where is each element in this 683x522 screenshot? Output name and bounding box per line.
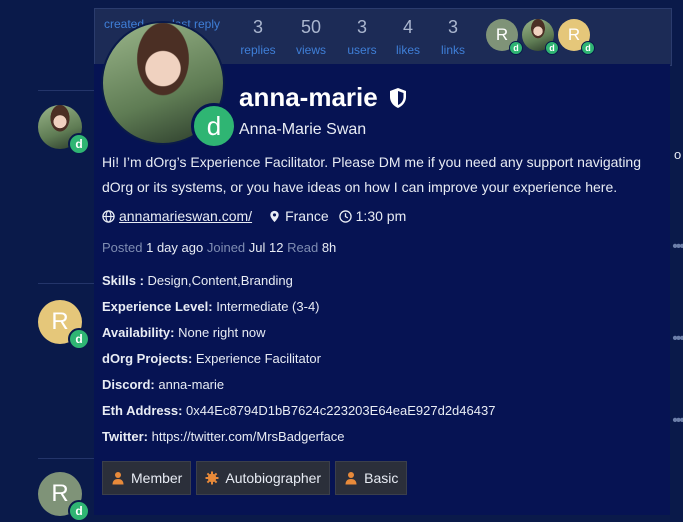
stat-label: users [347,43,377,57]
stat-value: 4 [402,17,413,37]
stat-users: 3 users [342,17,382,57]
avatar-letter: R [51,308,69,335]
avatar[interactable]: d [38,105,90,155]
stat-links: 3 links [435,17,471,57]
group-badge: d [581,41,595,55]
location: France [285,208,329,224]
username-text: anna-marie [239,82,378,112]
avatar[interactable]: R d [38,300,90,350]
more-icon[interactable]: ••• [672,412,683,430]
globe-icon [102,209,115,223]
field-value: 0x44Ec8794D1bB7624c223203E64eaE927d2d464… [186,403,496,418]
more-icon[interactable]: ••• [672,330,683,348]
field-experience: Experience Level: Intermediate (3-4) [102,298,495,324]
field-skills: Skills : Design,Content,Branding [102,272,495,298]
stat-views: 50 views [291,17,331,57]
local-time: 1:30 pm [355,208,407,224]
username[interactable]: anna-marie [239,82,408,113]
group-label: Autobiographer [225,470,322,486]
stat-value: 3 [447,17,458,37]
stat-replies: 3 replies [237,17,279,57]
field-twitter: Twitter: https://twitter.com/MrsBadgerfa… [102,428,495,454]
user-icon [112,472,124,485]
stat-value: 3 [252,17,263,37]
group-badge: d [68,328,90,350]
avatar-letter: R [567,25,581,44]
group-label: Basic [364,470,399,486]
user-icon [345,472,357,485]
badge-gear-icon [205,471,219,485]
field-availability: Availability: None right now [102,324,495,350]
user-location-row: annamarieswan.com/ France 1:30 pm [102,208,406,224]
field-label: Availability: [102,325,175,340]
stat-label: links [440,43,465,57]
group-member-button[interactable]: Member [102,461,192,495]
group-badge: d [191,103,237,149]
posted-label: Posted [102,240,143,255]
group-badge: d [68,133,90,155]
user-bio: Hi! I’m dOrg’s Experience Facilitator. P… [102,154,641,195]
participant-avatar[interactable]: d [522,19,559,55]
stat-value: 50 [300,17,322,37]
divider [38,90,94,91]
group-badge: d [509,41,523,55]
truncated-text: o i [674,147,683,162]
full-name: Anna-Marie Swan [239,121,367,138]
joined-value: Jul 12 [248,240,284,255]
avatar-letter: R [51,480,69,507]
read-value: 8h [321,240,337,255]
shield-icon [389,87,406,108]
joined-label: Joined [206,240,246,255]
user-groups: Member Autobiographer Basic [102,461,408,495]
field-label: Discord: [102,377,155,392]
group-label: Member [131,470,183,486]
user-activity: Posted 1 day ago Joined Jul 12 Read 8h [102,240,336,255]
avatar[interactable]: R d [38,472,90,522]
user-avatar[interactable]: d [101,21,237,149]
field-eth-address: Eth Address: 0x44Ec8794D1bB7624c223203E6… [102,402,495,428]
user-fields: Skills : Design,Content,Branding Experie… [102,272,495,454]
website-link[interactable]: annamarieswan.com/ [119,208,252,224]
field-value: None right now [178,325,266,340]
read-label: Read [287,240,319,255]
field-label: Twitter: [102,429,148,444]
field-label: Skills : [102,273,144,288]
user-card: d anna-marie Anna-Marie Swan Hi! I’m dOr… [94,21,670,515]
stat-label: replies [240,43,276,57]
avatar-letter: R [495,25,509,44]
stat-label: likes [395,43,420,57]
field-value: Experience Facilitator [195,351,321,366]
group-autobiographer-button[interactable]: Autobiographer [196,461,331,495]
posted-value: 1 day ago [146,240,204,255]
group-basic-button[interactable]: Basic [335,461,408,495]
group-badge: d [68,500,90,522]
field-label: Experience Level: [102,299,213,314]
divider [38,283,94,284]
stat-label: views [295,43,326,57]
clock-icon [338,209,352,223]
field-label: Eth Address: [102,403,183,418]
field-label: dOrg Projects: [102,351,193,366]
stat-likes: 4 likes [390,17,426,57]
field-projects: dOrg Projects: Experience Facilitator [102,350,495,376]
field-discord: Discord: anna-marie [102,376,495,402]
group-badge: d [545,41,559,55]
field-value: anna-marie [158,377,225,392]
divider [38,458,94,459]
participant-avatar[interactable]: R d [558,19,595,55]
field-value: https://twitter.com/MrsBadgerface [151,429,345,444]
field-value: Design,Content,Branding [147,273,293,288]
stat-value: 3 [356,17,367,37]
more-icon[interactable]: ••• [672,238,683,256]
field-value: Intermediate (3-4) [216,299,320,314]
participant-avatar[interactable]: R d [486,19,523,55]
map-pin-icon [270,210,279,222]
